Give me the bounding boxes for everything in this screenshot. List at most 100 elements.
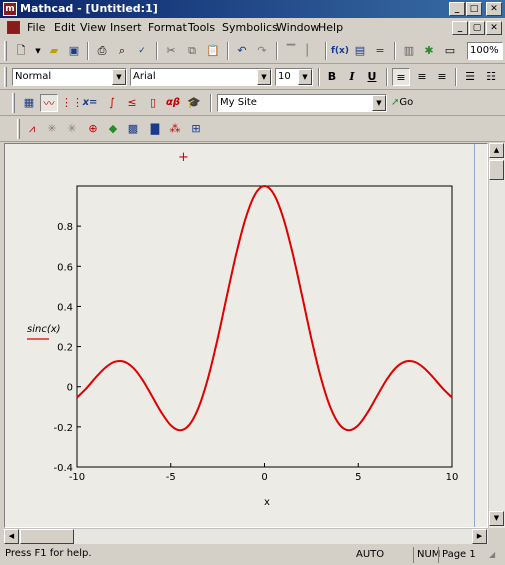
save-icon[interactable]: ▣	[65, 42, 83, 60]
menu-view[interactable]: View	[80, 21, 106, 34]
redo-icon[interactable]: ↷	[253, 42, 271, 60]
y-tick-label: 0	[67, 383, 73, 394]
calculator-toolbar-icon[interactable]: ▦	[20, 94, 38, 112]
menu-format[interactable]: Format	[148, 21, 187, 34]
align-down-icon[interactable]: ▏	[302, 42, 320, 60]
help-icon[interactable]: ✱	[420, 42, 438, 60]
vector-field-icon[interactable]: ⊞	[187, 120, 205, 138]
y-tick-label: 0.4	[57, 302, 73, 313]
x-tick-label: 10	[446, 472, 459, 483]
doc-close-button[interactable]: ✕	[486, 21, 502, 35]
zoom-combo[interactable]: 100%	[467, 42, 503, 60]
spell-check-icon[interactable]: ✓	[133, 42, 151, 60]
surface-plot-icon[interactable]: ◆	[104, 120, 122, 138]
graph-toolbar-icon[interactable]: 〰	[40, 94, 58, 112]
window-icon[interactable]: ▭	[441, 42, 459, 60]
sinc-trace	[76, 184, 453, 432]
resize-grip-icon[interactable]: ◢	[489, 550, 495, 559]
calculus-toolbar-icon[interactable]: ∫	[103, 94, 121, 112]
mathcad-app-icon[interactable]: m	[3, 2, 17, 16]
menu-edit[interactable]: Edit	[54, 21, 75, 34]
xy-plot[interactable]: -10 -5 0 5 10-0.4-0.200.20.40.60.8 sinc(x) x	[5, 144, 488, 528]
boolean-toolbar-icon[interactable]: ≤	[123, 94, 141, 112]
toolbar-separator	[276, 42, 278, 60]
close-button[interactable]: ✕	[486, 2, 502, 16]
font-combo[interactable]: Arial ▼	[130, 68, 272, 86]
calculate-icon[interactable]: =	[371, 42, 389, 60]
align-left-icon[interactable]: ≡	[392, 68, 410, 86]
open-folder-icon[interactable]: ▰	[45, 42, 63, 60]
polar-plot-icon[interactable]: ✳	[43, 120, 61, 138]
zoom-target-icon[interactable]: ⊕	[84, 120, 102, 138]
math-toolbar: ▦ 〰 ⋮⋮ x= ∫ ≤ ▯ αβ 🎓 My Site ▼ ➚Go	[0, 90, 505, 116]
horizontal-scrollbar[interactable]: ◀ ▶	[4, 528, 488, 544]
font-size-combo[interactable]: 10 ▼	[275, 68, 313, 86]
resource-site-combo[interactable]: My Site ▼	[217, 94, 387, 112]
toolbar-grip[interactable]	[17, 119, 20, 139]
new-document-icon[interactable]: 🗋	[12, 42, 30, 60]
align-across-icon[interactable]: ▔	[282, 42, 300, 60]
x-tick-label: 0	[261, 472, 267, 483]
menu-insert[interactable]: Insert	[110, 21, 142, 34]
insert-unit-icon[interactable]: ▤	[351, 42, 369, 60]
menu-window[interactable]: Window	[276, 21, 319, 34]
worksheet[interactable]: + -10 -5 0 5 10 -0.4 -0.2 0 0.2 0.4 0.6 0.8 sinc(x)…	[4, 143, 488, 528]
cut-icon[interactable]: ✂	[162, 42, 180, 60]
matrix-toolbar-icon[interactable]: ⋮⋮	[61, 94, 83, 112]
programming-toolbar-icon[interactable]: ▯	[144, 94, 162, 112]
menu-tools[interactable]: Tools	[188, 21, 215, 34]
maximize-button[interactable]: □	[466, 2, 482, 16]
go-button[interactable]: ➚Go	[391, 94, 413, 112]
chevron-down-icon[interactable]: ▼	[372, 95, 386, 111]
numbering-icon[interactable]: ☷	[482, 68, 500, 86]
style-combo[interactable]: Normal ▼	[12, 68, 127, 86]
xy-plot-icon[interactable]: ⩘	[23, 120, 41, 138]
toolbar-separator	[325, 42, 327, 60]
print-icon[interactable]: ⎙	[93, 42, 111, 60]
insert-function-icon[interactable]: f(x)	[331, 42, 349, 60]
chevron-down-icon[interactable]: ▼	[257, 69, 271, 85]
toolbar-grip[interactable]	[4, 67, 7, 87]
scroll-left-icon[interactable]: ◀	[4, 529, 19, 544]
minimize-button[interactable]: _	[449, 2, 465, 16]
bold-button[interactable]: B	[323, 68, 341, 86]
vertical-scrollbar[interactable]: ▲ ▼	[488, 143, 505, 528]
doc-restore-button[interactable]: ▢	[469, 21, 485, 35]
align-right-icon[interactable]: ≡	[433, 68, 451, 86]
evaluation-toolbar-button[interactable]: x=	[81, 94, 99, 112]
bar-plot-icon[interactable]: ▇	[146, 120, 164, 138]
y-tick-label: 0.8	[57, 222, 73, 233]
scroll-up-icon[interactable]: ▲	[489, 143, 504, 158]
paste-icon[interactable]: 📋	[204, 42, 222, 60]
toolbar-grip[interactable]	[12, 93, 15, 113]
italic-button[interactable]: I	[343, 68, 361, 86]
align-center-icon[interactable]: ≡	[413, 68, 431, 86]
standard-toolbar: 🗋 ▼ ▰ ▣ ⎙ ⌕ ✓ ✂ ⧉ 📋 ↶ ↷ ▔ ▏ f(x) ▤ = ▥ ✱…	[0, 38, 505, 64]
contour-plot-icon[interactable]: ▩	[124, 120, 142, 138]
horizontal-scroll-thumb[interactable]	[20, 529, 74, 544]
title-bar[interactable]: m Mathcad - [Untitled:1] _ □ ✕	[0, 0, 505, 18]
menu-file[interactable]: File	[27, 21, 45, 34]
trace-icon[interactable]: ✳	[63, 120, 81, 138]
vertical-scroll-thumb[interactable]	[489, 160, 504, 180]
doc-minimize-button[interactable]: _	[452, 21, 468, 35]
menu-help[interactable]: Help	[318, 21, 343, 34]
scatter-plot-icon[interactable]: ⁂	[166, 120, 184, 138]
chevron-down-icon[interactable]: ▼	[112, 69, 126, 85]
print-preview-icon[interactable]: ⌕	[113, 42, 131, 60]
symbolic-toolbar-icon[interactable]: 🎓	[185, 94, 203, 112]
copy-icon[interactable]: ⧉	[183, 42, 201, 60]
bullets-icon[interactable]: ☰	[461, 68, 479, 86]
toolbar-grip[interactable]	[4, 41, 7, 61]
underline-button[interactable]: U	[363, 68, 381, 86]
chevron-down-icon[interactable]: ▼	[298, 69, 312, 85]
scroll-right-icon[interactable]: ▶	[472, 529, 487, 544]
scroll-down-icon[interactable]: ▼	[489, 511, 504, 526]
resource-center-icon[interactable]: ▥	[400, 42, 418, 60]
x-axis-expression[interactable]: x	[264, 497, 270, 508]
greek-toolbar-button[interactable]: αβ	[164, 94, 182, 112]
document-icon[interactable]	[7, 21, 20, 34]
menu-symbolics[interactable]: Symbolics	[222, 21, 278, 34]
y-axis-expression[interactable]: sinc(x)	[27, 324, 61, 335]
undo-icon[interactable]: ↶	[233, 42, 251, 60]
